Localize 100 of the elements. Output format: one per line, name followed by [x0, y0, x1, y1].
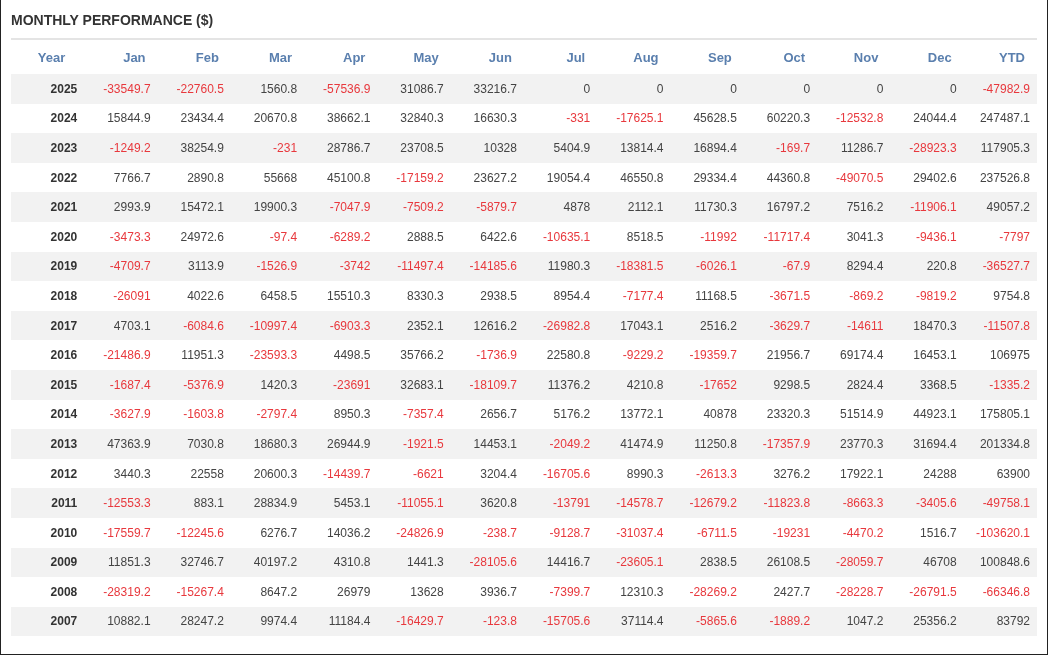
value-cell: -26982.8	[523, 310, 598, 341]
value-cell: 15510.3	[304, 281, 378, 311]
value-cell: 23434.4	[157, 103, 231, 134]
value-cell: -11906.1	[890, 192, 964, 222]
value-cell: 15472.1	[157, 192, 231, 222]
year-cell: 2024	[11, 103, 85, 134]
year-cell: 2008	[11, 577, 85, 607]
value-cell: 2516.2	[670, 310, 744, 341]
value-cell: -26791.5	[890, 577, 964, 607]
value-cell: 0	[817, 74, 891, 104]
value-cell: 8990.3	[597, 458, 671, 489]
year-cell: 2015	[11, 369, 85, 400]
value-cell: -12553.3	[84, 488, 158, 518]
value-cell: -12679.2	[670, 488, 744, 518]
column-header: Dec	[890, 40, 964, 74]
value-cell: -6026.1	[670, 251, 744, 282]
value-cell: -10997.4	[230, 310, 305, 341]
value-cell: 17043.1	[597, 310, 671, 341]
value-cell: -28269.2	[670, 577, 744, 607]
value-cell: 25356.2	[890, 606, 964, 637]
value-cell: 3368.5	[890, 369, 964, 400]
value-cell: -6289.2	[304, 221, 378, 252]
value-cell: -3671.5	[743, 281, 818, 311]
value-cell: 10328	[450, 133, 524, 163]
value-cell: -24826.9	[377, 517, 451, 548]
value-cell: 2888.5	[377, 221, 451, 252]
value-cell: -14185.6	[450, 251, 524, 282]
value-cell: 3204.4	[450, 458, 524, 489]
value-cell: -13791	[523, 488, 598, 518]
value-cell: -21486.9	[84, 340, 158, 370]
value-cell: -5376.9	[157, 369, 231, 400]
value-cell: -14611	[817, 310, 891, 341]
value-cell: 20670.8	[230, 103, 305, 134]
value-cell: -238.7	[450, 517, 524, 548]
value-cell: -17652	[670, 369, 744, 400]
value-cell: 9754.8	[963, 281, 1037, 311]
value-cell: -11717.4	[743, 221, 818, 252]
value-cell: -1889.2	[743, 606, 818, 637]
value-cell: 9974.4	[230, 606, 305, 637]
value-cell: 23708.5	[377, 133, 451, 163]
value-cell: -23593.3	[230, 340, 305, 370]
value-cell: 24972.6	[157, 221, 231, 252]
value-cell: 201334.8	[963, 429, 1037, 459]
value-cell: 1441.3	[377, 547, 451, 578]
value-cell: 9298.5	[743, 369, 818, 400]
column-header: Jan	[84, 40, 158, 74]
value-cell: 1516.7	[890, 517, 964, 548]
value-cell: -4709.7	[84, 251, 158, 282]
value-cell: -49758.1	[963, 488, 1037, 518]
column-header: Feb	[157, 40, 231, 74]
value-cell: 175805.1	[963, 399, 1037, 430]
value-cell: 28247.2	[157, 606, 231, 637]
year-cell: 2010	[11, 517, 85, 548]
value-cell: -36527.7	[963, 251, 1037, 282]
year-cell: 2007	[11, 606, 85, 637]
value-cell: 1560.8	[230, 74, 305, 104]
value-cell: 1047.2	[817, 606, 891, 637]
value-cell: 11184.4	[304, 606, 378, 637]
value-cell: 12616.2	[450, 310, 524, 341]
value-cell: 100848.6	[963, 547, 1037, 578]
value-cell: -9819.2	[890, 281, 964, 311]
value-cell: 3440.3	[84, 458, 158, 489]
value-cell: 18680.3	[230, 429, 305, 459]
value-cell: -1921.5	[377, 429, 451, 459]
column-header: Nov	[817, 40, 891, 74]
value-cell: 15844.9	[84, 103, 158, 134]
value-cell: -9436.1	[890, 221, 964, 252]
value-cell: 24044.4	[890, 103, 964, 134]
value-cell: 8950.3	[304, 399, 378, 430]
value-cell: 2656.7	[450, 399, 524, 430]
value-cell: -7357.4	[377, 399, 451, 430]
value-cell: -28319.2	[84, 577, 158, 607]
value-cell: 31086.7	[377, 74, 451, 104]
value-cell: -19231	[743, 517, 818, 548]
value-cell: 4310.8	[304, 547, 378, 578]
value-cell: -14578.7	[597, 488, 671, 518]
value-cell: 46550.8	[597, 162, 671, 193]
value-cell: 16453.1	[890, 340, 964, 370]
value-cell: -28105.6	[450, 547, 524, 578]
value-cell: -31037.4	[597, 517, 671, 548]
value-cell: 4703.1	[84, 310, 158, 341]
value-cell: 2838.5	[670, 547, 744, 578]
value-cell: 20600.3	[230, 458, 305, 489]
value-cell: 83792	[963, 606, 1037, 637]
value-cell: 11951.3	[157, 340, 231, 370]
value-cell: 63900	[963, 458, 1037, 489]
value-cell: -6903.3	[304, 310, 378, 341]
value-cell: 26108.5	[743, 547, 818, 578]
value-cell: -97.4	[230, 221, 305, 252]
value-cell: -8663.3	[817, 488, 891, 518]
value-cell: 6276.7	[230, 517, 305, 548]
year-cell: 2019	[11, 251, 85, 282]
value-cell: -7177.4	[597, 281, 671, 311]
value-cell: -15705.6	[523, 606, 598, 637]
value-cell: 69174.4	[817, 340, 891, 370]
value-cell: -18381.5	[597, 251, 671, 282]
year-cell: 2014	[11, 399, 85, 430]
value-cell: 7516.2	[817, 192, 891, 222]
year-cell: 2023	[11, 133, 85, 163]
value-cell: 26979	[304, 577, 378, 607]
